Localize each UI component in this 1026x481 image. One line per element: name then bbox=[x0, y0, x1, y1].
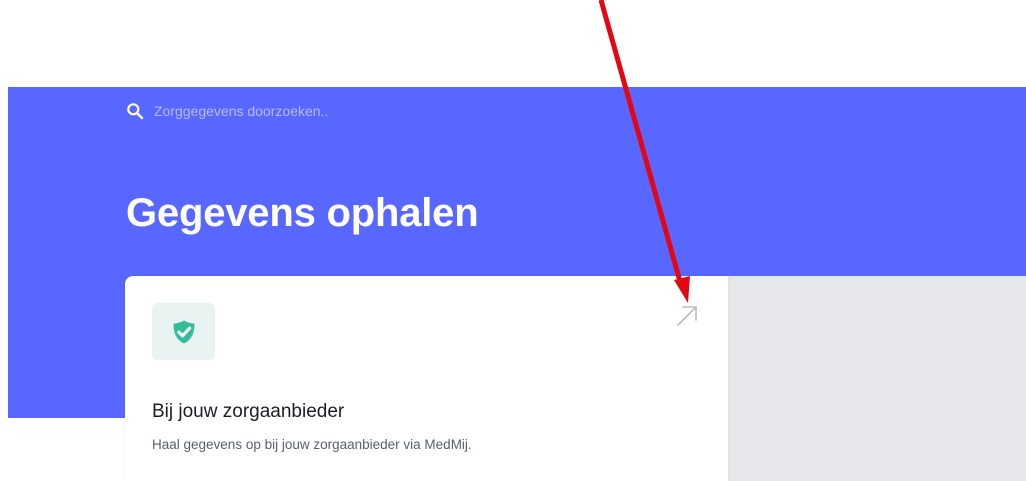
healthcare-provider-card[interactable]: Bij jouw zorgaanbieder Haal gegevens op … bbox=[125, 276, 728, 481]
shield-check-icon bbox=[173, 320, 194, 343]
page-title: Gegevens ophalen bbox=[126, 191, 479, 235]
card-icon-box bbox=[152, 303, 215, 360]
search-bar[interactable] bbox=[126, 100, 474, 122]
search-input[interactable] bbox=[154, 103, 474, 119]
card-description: Haal gegevens op bij jouw zorgaanbieder … bbox=[152, 437, 472, 452]
side-panel bbox=[728, 276, 1026, 481]
external-link-arrow-icon[interactable] bbox=[673, 302, 701, 330]
card-title: Bij jouw zorgaanbieder bbox=[152, 401, 345, 422]
search-icon bbox=[127, 103, 144, 120]
